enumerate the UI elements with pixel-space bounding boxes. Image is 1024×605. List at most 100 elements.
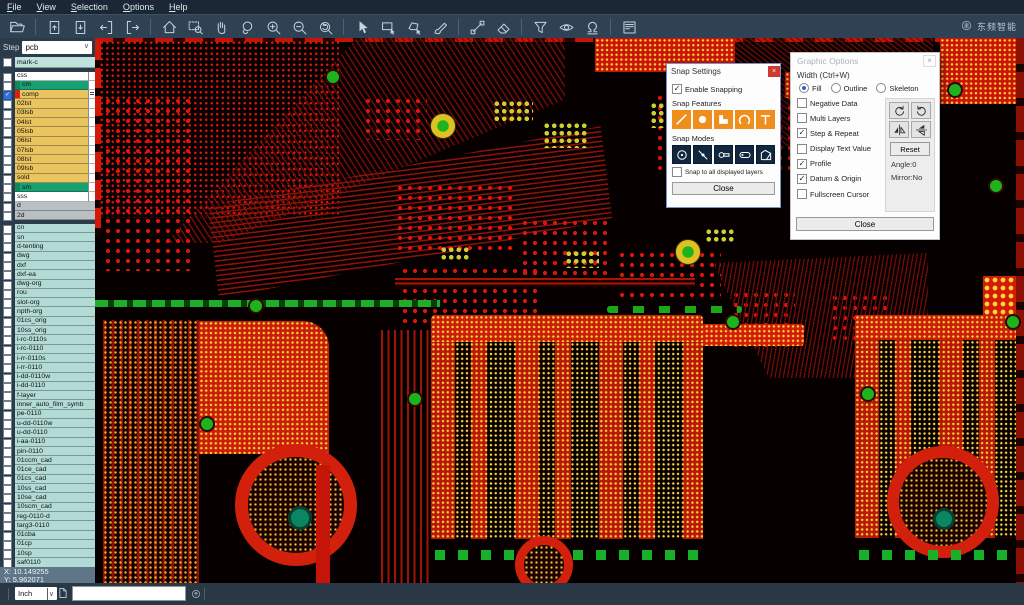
layer-visibility-checkbox[interactable]	[3, 513, 12, 522]
snap-nearest-icon[interactable]	[693, 145, 712, 164]
layer-name[interactable]: 01ccm_cad	[15, 456, 95, 465]
flip-vertical-icon[interactable]	[911, 121, 931, 138]
layer-name[interactable]: 01cs_orig	[15, 317, 95, 326]
layer-row-i-rr-0110s[interactable]: i-rr-0110s	[0, 354, 95, 363]
clear-icon[interactable]	[428, 16, 452, 38]
layer-row-dwg[interactable]: dwg	[0, 252, 95, 261]
close-icon[interactable]: ×	[923, 55, 936, 67]
dialog-title-bar[interactable]: Snap Settings ×	[667, 64, 780, 78]
zoom-in-icon[interactable]	[261, 16, 285, 38]
polygon-select-icon[interactable]	[402, 16, 426, 38]
layer-row-sold[interactable]: sold	[0, 174, 95, 183]
checkbox[interactable]: ✓	[797, 128, 807, 138]
import-icon[interactable]	[94, 16, 118, 38]
layer-row-targ3-0110[interactable]: targ3-0110	[0, 521, 95, 530]
layer-name[interactable]: 07lsb	[15, 146, 88, 155]
layer-name[interactable]: i-rc-0110	[15, 345, 95, 354]
layer-visibility-checkbox[interactable]	[3, 457, 12, 466]
layer-row-npth-org[interactable]: npth-org	[0, 307, 95, 316]
layer-visibility-checkbox[interactable]	[3, 476, 12, 485]
layer-visibility-checkbox[interactable]	[3, 82, 12, 91]
layer-row-d[interactable]: d	[0, 202, 95, 211]
layer-name[interactable]: dxf	[15, 261, 95, 270]
option-fullscreen-cursor[interactable]: Fullscreen Cursor	[797, 189, 885, 199]
layer-visibility-checkbox[interactable]	[3, 420, 12, 429]
layer-row-sn[interactable]: sn	[0, 233, 95, 242]
layer-visibility-checkbox[interactable]	[3, 541, 12, 550]
layer-name[interactable]: i-rr-0110s	[15, 354, 95, 363]
layer-name[interactable]: 04lst	[15, 118, 88, 127]
layer-row-dxf[interactable]: dxf	[0, 261, 95, 270]
layer-visibility-checkbox[interactable]	[3, 550, 12, 559]
layer-name[interactable]: targ3-0110	[15, 521, 95, 530]
layer-row-cm[interactable]: cm	[0, 81, 95, 90]
layer-visibility-checkbox[interactable]	[3, 193, 12, 202]
option-display-text-value[interactable]: Display Text Value	[797, 144, 885, 154]
layer-visibility-checkbox[interactable]	[3, 110, 12, 119]
home-icon[interactable]	[157, 16, 181, 38]
layer-visibility-checkbox[interactable]	[3, 147, 12, 156]
layer-row-03lsb[interactable]: 03lsb	[0, 109, 95, 118]
snap-surface-icon[interactable]	[714, 110, 733, 129]
layer-name[interactable]: 09lsb	[15, 164, 88, 173]
zoom-out-icon[interactable]	[287, 16, 311, 38]
checkbox[interactable]	[797, 98, 807, 108]
checkbox[interactable]	[797, 189, 807, 199]
layer-visibility-checkbox[interactable]	[3, 212, 12, 221]
menu-view[interactable]: View	[37, 2, 56, 12]
layer-name[interactable]: 01cba	[15, 531, 95, 540]
menu-help[interactable]: Help	[169, 2, 188, 12]
snap-contour-icon[interactable]	[756, 145, 775, 164]
layer-row-dwg-org[interactable]: dwg-org	[0, 280, 95, 289]
zoom-window-icon[interactable]	[183, 16, 207, 38]
layer-visibility-checkbox[interactable]	[3, 383, 12, 392]
layer-visibility-checkbox[interactable]: ✓	[3, 91, 12, 100]
layer-visibility-checkbox[interactable]	[3, 336, 12, 345]
layer-visibility-checkbox[interactable]	[3, 243, 12, 252]
window-select-icon[interactable]	[376, 16, 400, 38]
zoom-previous-icon[interactable]	[313, 16, 337, 38]
snap-line-icon[interactable]	[672, 110, 691, 129]
layer-name[interactable]: rou	[15, 289, 95, 298]
layer-name[interactable]: 10sp	[15, 549, 95, 558]
menu-file[interactable]: File	[7, 2, 22, 12]
snap-slot-icon[interactable]	[735, 145, 754, 164]
layer-row-pin-0110[interactable]: pin-0110	[0, 447, 95, 456]
layer-name[interactable]: 06lst	[15, 137, 88, 146]
radio-fill[interactable]: Fill	[799, 83, 822, 93]
layer-name[interactable]: dwg-org	[15, 280, 95, 289]
layer-name[interactable]: u-dd-0110w	[15, 419, 95, 428]
layer-visibility-checkbox[interactable]	[3, 448, 12, 457]
layer-visibility-checkbox[interactable]	[3, 327, 12, 336]
layer-row-sm[interactable]: sm	[0, 183, 95, 192]
layer-visibility-checkbox[interactable]	[3, 128, 12, 137]
layer-row-u-dd-0110w[interactable]: u-dd-0110w	[0, 419, 95, 428]
layer-visibility-checkbox[interactable]	[3, 203, 12, 212]
layer-row-01cs_orig[interactable]: 01cs_orig	[0, 317, 95, 326]
layer-visibility-checkbox[interactable]	[3, 411, 12, 420]
layer-row-i-rc-0110s[interactable]: i-rc-0110s	[0, 335, 95, 344]
layer-row-06lst[interactable]: 06lst	[0, 137, 95, 146]
layer-row-01cs_cad[interactable]: 01cs_cad	[0, 475, 95, 484]
layer-row-i-dd-0110[interactable]: i-dd-0110	[0, 382, 95, 391]
layer-visibility-checkbox[interactable]	[3, 100, 12, 109]
layer-name[interactable]: reg-0110-d	[15, 512, 95, 521]
layer-visibility-checkbox[interactable]	[3, 58, 12, 67]
layer-visibility-checkbox[interactable]	[3, 439, 12, 448]
layer-row-01cp[interactable]: 01cp	[0, 540, 95, 549]
eraser-icon[interactable]	[491, 16, 515, 38]
layer-visibility-checkbox[interactable]	[3, 308, 12, 317]
menu-selection[interactable]: Selection	[71, 2, 108, 12]
layer-visibility-checkbox[interactable]	[3, 290, 12, 299]
layer-visibility-checkbox[interactable]	[3, 262, 12, 271]
checkbox[interactable]: ✓	[797, 174, 807, 184]
layer-name[interactable]: css	[15, 72, 88, 81]
layer-name[interactable]: 08lst	[15, 155, 88, 164]
layer-name[interactable]: 01cp	[15, 540, 95, 549]
layer-row-css[interactable]: css	[0, 72, 95, 81]
layer-row-08lst[interactable]: 08lst	[0, 155, 95, 164]
layer-name[interactable]: cm	[15, 81, 88, 90]
option-negative-data[interactable]: Negative Data	[797, 98, 885, 108]
radio-skeleton[interactable]: Skeleton	[876, 83, 918, 93]
layer-row-u-dd-0110[interactable]: u-dd-0110	[0, 428, 95, 437]
